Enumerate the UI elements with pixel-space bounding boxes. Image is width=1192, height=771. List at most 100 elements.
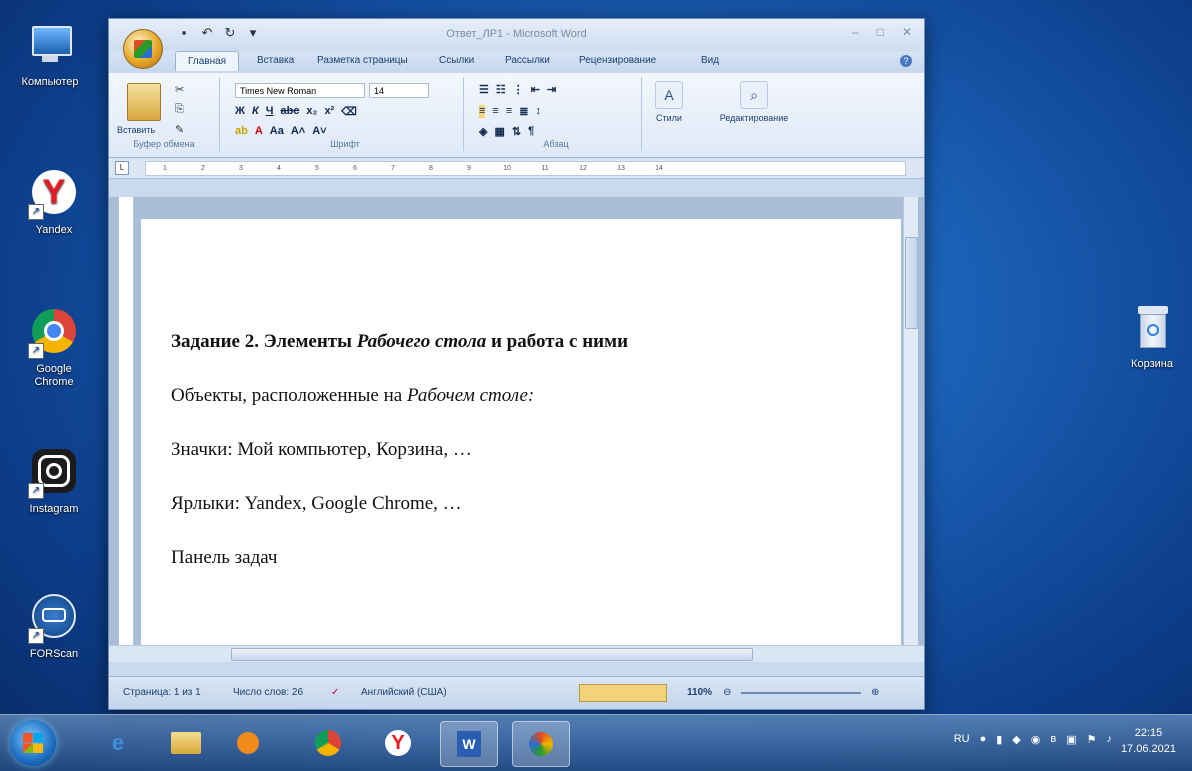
desktop-icon-instagram[interactable]: ↗ Instagram — [12, 447, 96, 516]
grow-font-icon[interactable]: A˄ — [291, 125, 305, 137]
desktop-icon-computer[interactable]: Компьютер — [8, 20, 92, 89]
tab-home[interactable]: Главная — [175, 51, 240, 71]
superscript-icon[interactable]: x² — [324, 105, 334, 118]
maximize-icon[interactable]: □ — [877, 25, 884, 39]
paste-icon[interactable] — [127, 83, 161, 121]
zoom-in-icon[interactable]: ⊕ — [871, 687, 879, 698]
borders-icon[interactable]: ▦ — [494, 125, 504, 138]
cut-icon[interactable]: ✂ — [175, 83, 184, 96]
word-count[interactable]: Число слов: 26 — [233, 687, 303, 698]
tab-page-layout[interactable]: Разметка страницы — [317, 55, 408, 66]
bullets-icon[interactable]: ☰ — [479, 83, 489, 96]
subscript-icon[interactable]: x₂ — [306, 105, 317, 118]
highlight-icon[interactable]: ab — [235, 125, 248, 137]
help-tray-icon[interactable]: ● — [980, 733, 987, 746]
desktop-icon-chrome[interactable]: ↗ Google Chrome — [12, 307, 96, 389]
language-status[interactable]: Английский (США) — [361, 687, 447, 698]
zoom-level[interactable]: 110% — [687, 687, 712, 698]
forscan-icon: ↗ — [28, 592, 80, 644]
show-marks-icon[interactable]: ¶ — [528, 125, 534, 138]
start-button[interactable] — [10, 720, 56, 766]
align-center-icon[interactable]: ≡ — [492, 105, 498, 118]
zoom-out-icon[interactable]: ⊖ — [723, 687, 731, 698]
zoom-slider[interactable] — [741, 692, 861, 694]
page-count[interactable]: Страница: 1 из 1 — [123, 687, 201, 698]
minimize-icon[interactable]: – — [852, 25, 859, 39]
doc-line-icons: Значки: Мой компьютер, Корзина, … — [171, 439, 472, 460]
bluetooth-icon[interactable]: ʙ — [1050, 733, 1056, 746]
align-row: ≡ ≡ ≡ ≣ ↕ — [479, 105, 541, 118]
tab-insert[interactable]: Вставка — [257, 55, 294, 66]
clear-format-icon[interactable]: ⌫ — [341, 105, 357, 118]
title-bar[interactable]: ▪ ↶ ↻ ▾ Ответ_ЛР1 - Microsoft Word – □ ✕ — [109, 19, 924, 69]
font-size-select[interactable]: 14 — [369, 83, 429, 98]
vertical-scrollbar[interactable] — [903, 197, 918, 645]
internet-explorer-icon[interactable]: e — [90, 721, 146, 765]
media-player-icon[interactable] — [220, 721, 276, 765]
line-spacing-icon[interactable]: ↕ — [535, 105, 541, 118]
view-buttons[interactable] — [579, 684, 667, 702]
desktop-icon-yandex[interactable]: Y ↗ Yandex — [12, 168, 96, 237]
clock[interactable]: 22:15 17.06.2021 — [1121, 725, 1176, 757]
file-explorer-icon[interactable] — [158, 721, 214, 765]
volume-icon[interactable]: ♪ — [1107, 733, 1113, 746]
line1-text: Объекты, расположенные на — [171, 385, 407, 406]
close-icon[interactable]: ✕ — [902, 25, 912, 39]
change-case-icon[interactable]: Aa — [270, 125, 284, 137]
numbering-icon[interactable]: ☷ — [496, 83, 506, 96]
desktop-icon-recycle-bin[interactable]: Корзина — [1110, 302, 1192, 371]
increase-indent-icon[interactable]: ⇥ — [547, 83, 556, 96]
shortcut-arrow-icon: ↗ — [28, 343, 44, 359]
sort-icon[interactable]: ⇅ — [512, 125, 521, 138]
underline-icon[interactable]: Ч — [266, 105, 274, 118]
proofing-icon[interactable]: ✓ — [331, 687, 339, 698]
desktop-icon-label: Yandex — [35, 224, 73, 236]
security-icon[interactable]: ◆ — [1012, 733, 1020, 746]
chrome-taskbar-icon[interactable] — [300, 721, 356, 765]
tab-view[interactable]: Вид — [701, 55, 719, 66]
align-left-icon[interactable]: ≡ — [479, 105, 486, 118]
list-row: ☰ ☷ ⋮ ⇤ ⇥ — [479, 83, 556, 96]
justify-icon[interactable]: ≣ — [519, 105, 528, 118]
document-page[interactable]: Задание 2. Элементы Рабочего стола и раб… — [141, 219, 901, 645]
align-right-icon[interactable]: ≡ — [506, 105, 512, 118]
format-painter-icon[interactable]: ✎ — [175, 123, 184, 136]
tab-mailings[interactable]: Рассылки — [505, 55, 550, 66]
strikethrough-icon[interactable]: abc — [280, 105, 299, 118]
power-icon[interactable]: ▣ — [1066, 733, 1076, 746]
italic-icon[interactable]: К — [252, 105, 259, 118]
font-color-icon[interactable]: A — [255, 125, 263, 137]
paste-button[interactable]: Вставить — [117, 125, 155, 135]
paragraph-group: ☰ ☷ ⋮ ⇤ ⇥ ≡ ≡ ≡ ≣ ↕ ◈ ▦ ⇅ ¶ Абзац — [471, 77, 642, 151]
editing-button[interactable]: ⌕ Редактирование — [699, 81, 809, 123]
tab-selector-icon[interactable]: L — [115, 161, 129, 175]
copy-icon[interactable]: ⎘ — [175, 103, 184, 116]
multilevel-list-icon[interactable]: ⋮ — [513, 83, 524, 96]
word-window[interactable]: ▪ ↶ ↻ ▾ Ответ_ЛР1 - Microsoft Word – □ ✕… — [108, 18, 925, 710]
desktop-icon-forscan[interactable]: ↗ FORScan — [12, 592, 96, 661]
vertical-scroll-thumb[interactable] — [905, 237, 918, 329]
yandex-taskbar-icon[interactable]: Y — [370, 721, 426, 765]
tab-references[interactable]: Ссылки — [439, 55, 474, 66]
horizontal-scrollbar[interactable] — [109, 645, 924, 662]
styles-button[interactable]: A Стили — [649, 81, 689, 123]
office-button[interactable] — [123, 29, 163, 69]
ruler-mark: 2 — [201, 165, 205, 172]
horizontal-scroll-thumb[interactable] — [231, 648, 753, 661]
help-icon[interactable]: ? — [900, 55, 912, 67]
language-indicator[interactable]: RU — [954, 733, 970, 746]
ruler-mark: 7 — [391, 165, 395, 172]
word-taskbar-icon[interactable]: W — [440, 721, 498, 767]
paint-taskbar-icon[interactable] — [512, 721, 570, 767]
status-bar: Страница: 1 из 1 Число слов: 26 ✓ Англий… — [109, 676, 924, 709]
font-name-select[interactable]: Times New Roman — [235, 83, 365, 98]
sync-icon[interactable]: ◉ — [1031, 733, 1041, 746]
decrease-indent-icon[interactable]: ⇤ — [531, 83, 540, 96]
network-icon[interactable]: ▮ — [996, 733, 1002, 746]
shrink-font-icon[interactable]: A˅ — [312, 125, 326, 137]
flag-icon[interactable]: ⚑ — [1087, 733, 1097, 746]
shading-icon[interactable]: ◈ — [479, 125, 487, 138]
horizontal-ruler[interactable]: L 1 2 3 4 5 6 7 8 9 10 11 12 13 14 — [109, 158, 924, 179]
tab-review[interactable]: Рецензирование — [579, 55, 656, 66]
bold-icon[interactable]: Ж — [235, 105, 245, 118]
